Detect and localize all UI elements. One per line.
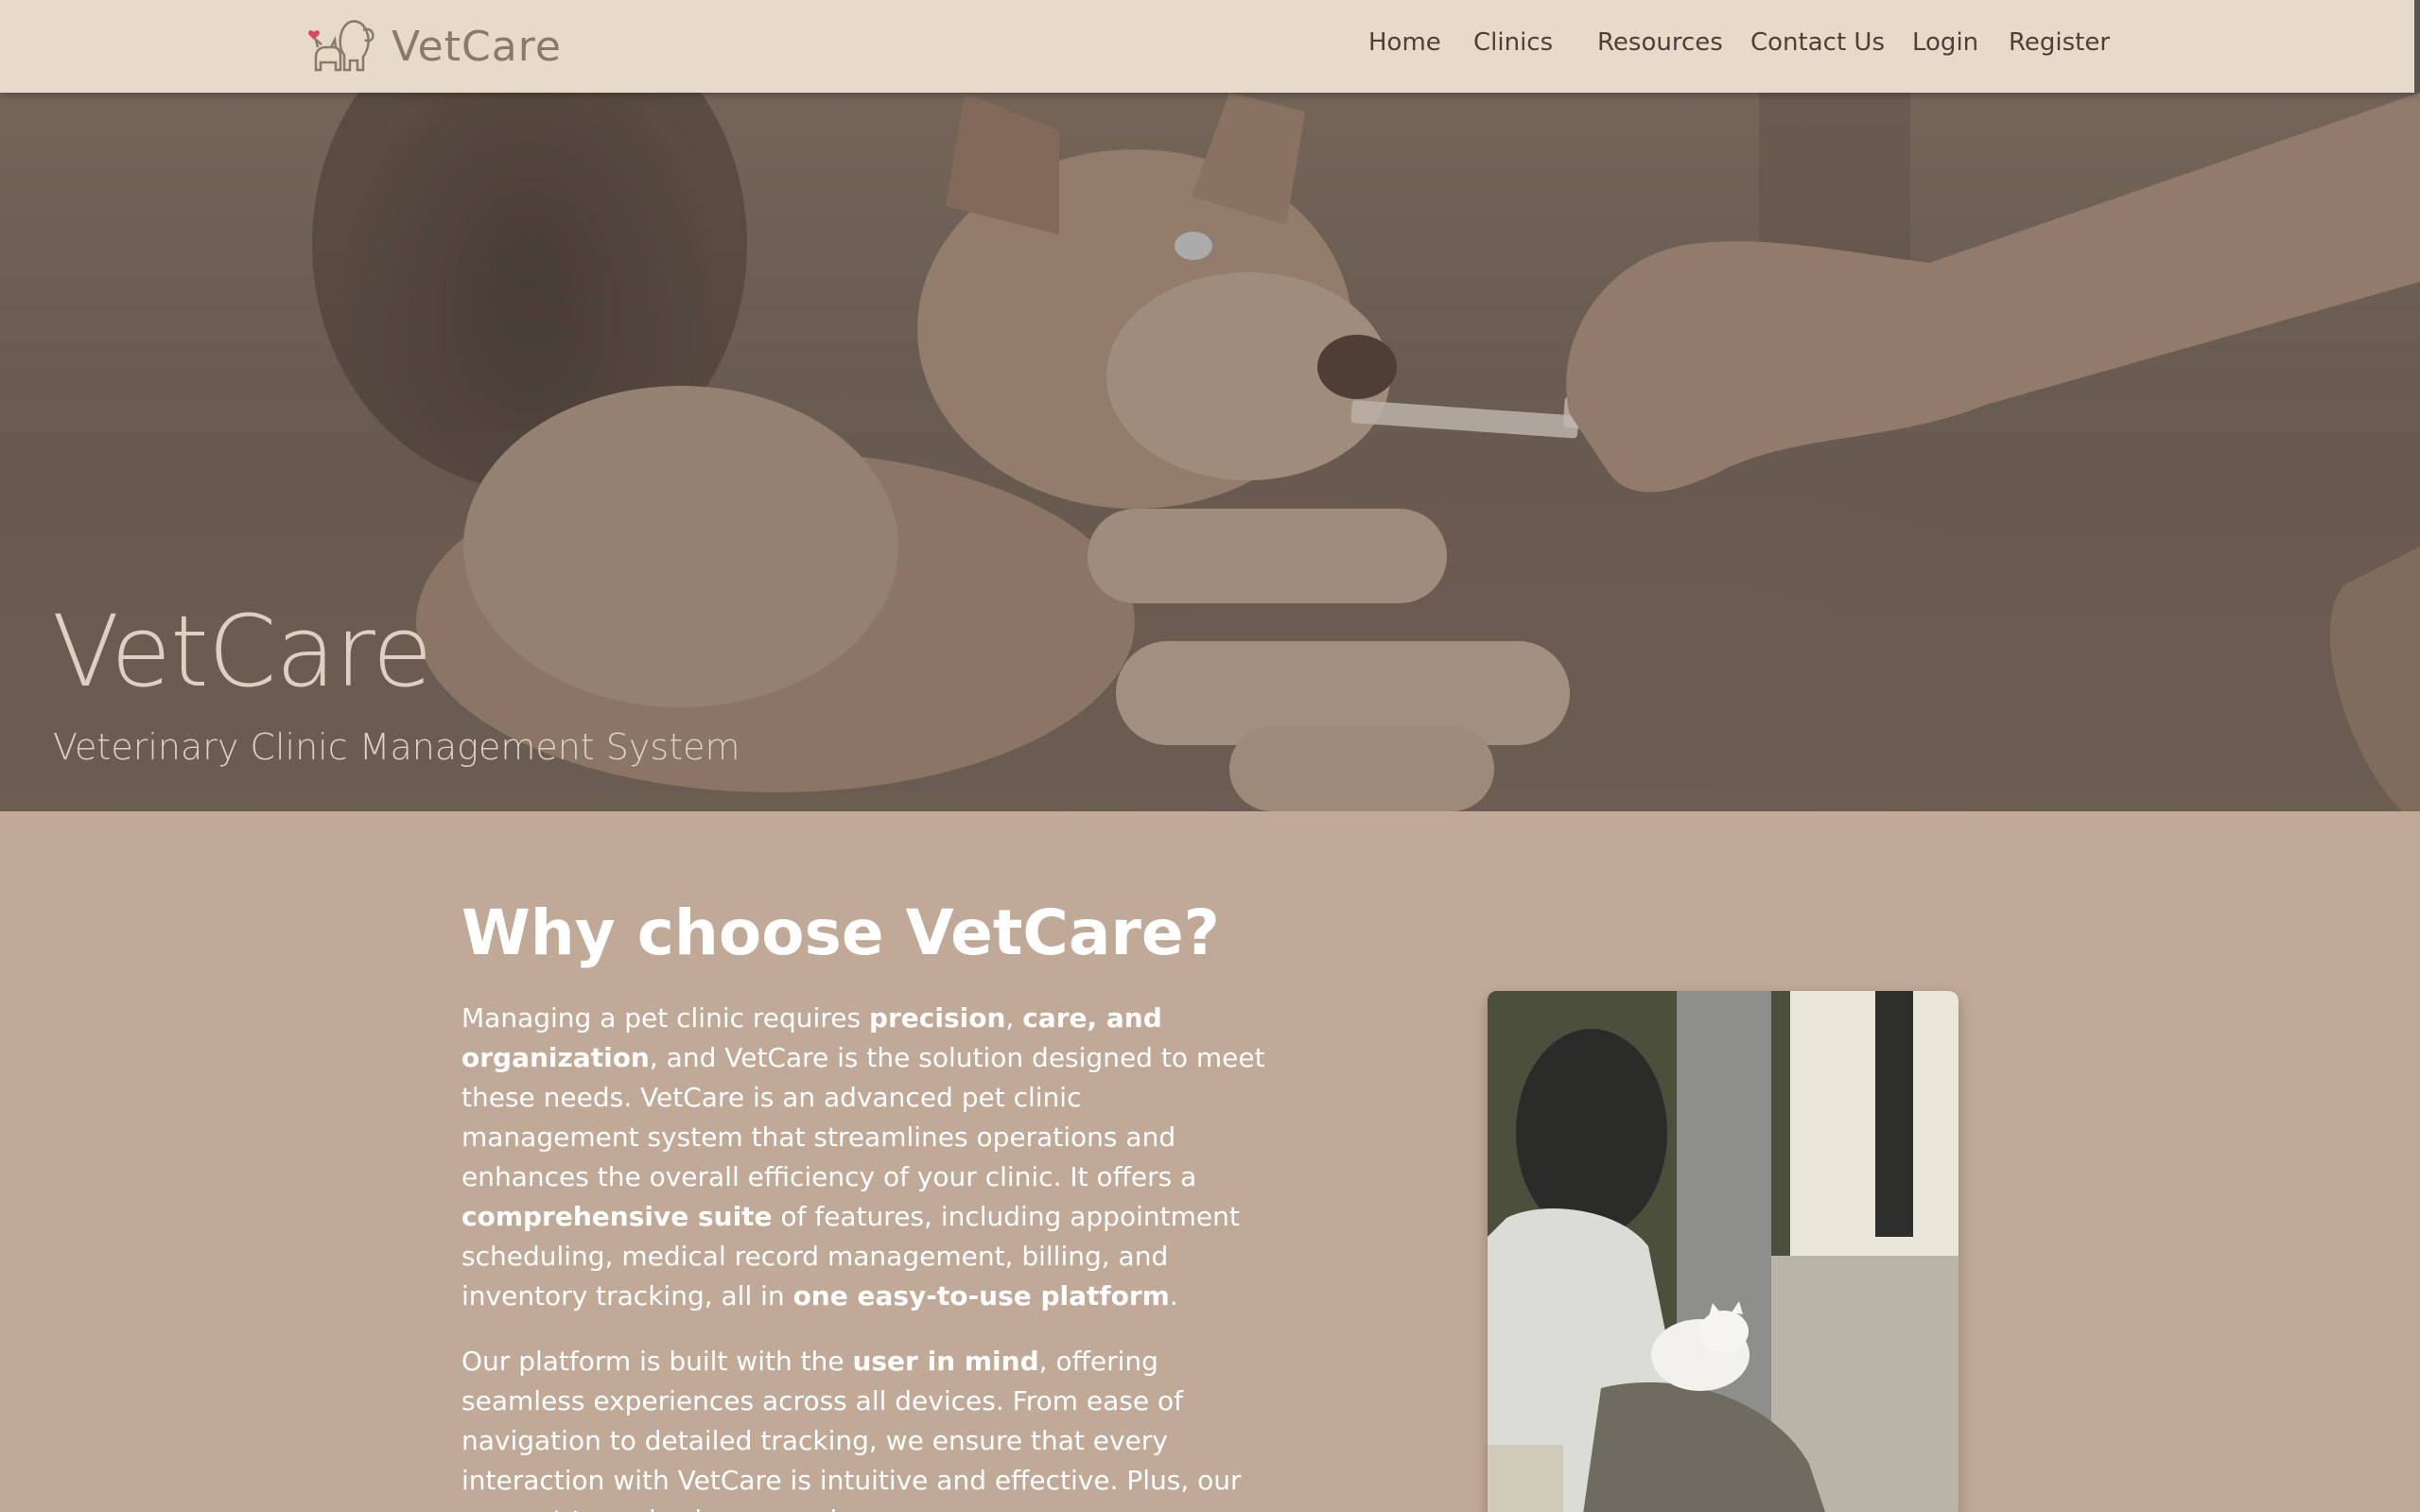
hero-title: VetCare [52, 594, 433, 709]
nav-home-link[interactable]: Home [1368, 28, 1441, 57]
emphasis-text: user in mind [852, 1346, 1039, 1377]
emphasis-text: comprehensive suite [461, 1201, 773, 1232]
body-text: Managing a pet clinic requires [461, 1002, 869, 1034]
nav-register-link[interactable]: Register [2009, 28, 2110, 57]
hero-banner: VetCare Veterinary Clinic Management Sys… [0, 93, 2420, 811]
nav-contact-us-link[interactable]: Contact Us [1750, 28, 1885, 57]
why-choose-section: Why choose VetCare? Managing a pet clini… [0, 811, 2420, 1512]
main-nav: Home Clinics Resources Contact Us Login … [0, 28, 2420, 66]
nav-resources-link[interactable]: Resources [1597, 28, 1723, 57]
nav-login-link[interactable]: Login [1912, 28, 1978, 57]
hero-subtitle: Veterinary Clinic Management System [53, 726, 740, 768]
woman-with-cat-illustration [1488, 991, 1959, 1512]
section-title: Why choose VetCare? [461, 896, 1220, 969]
body-text: , [1005, 1002, 1023, 1034]
body-text: Our platform is built with the [461, 1346, 853, 1377]
user-focus-paragraph: Our platform is built with the user in m… [461, 1342, 1265, 1512]
intro-paragraph: Managing a pet clinic requires precision… [461, 999, 1265, 1316]
top-navbar: VetCare Home Clinics Resources Contact U… [0, 0, 2420, 93]
emphasis-text: precision [868, 1002, 1006, 1034]
woman-with-cat-photo [1488, 991, 1959, 1512]
page-scrollbar[interactable] [2414, 0, 2420, 93]
nav-clinics-link[interactable]: Clinics [1473, 28, 1553, 57]
emphasis-text: one easy-to-use platform [792, 1280, 1170, 1312]
body-text: . [1169, 1280, 1178, 1312]
